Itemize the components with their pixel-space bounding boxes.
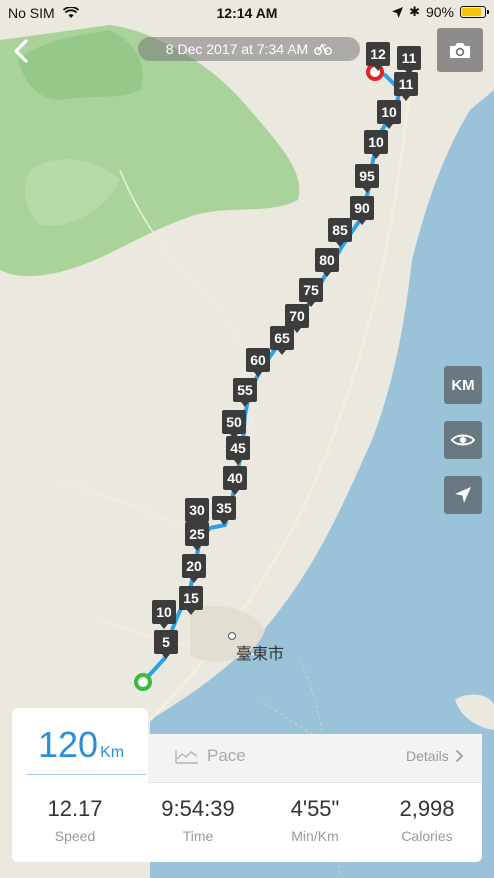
- start-marker: [134, 673, 152, 691]
- bluetooth-icon: ✱: [409, 4, 420, 19]
- city-label: 臺東市: [236, 646, 285, 663]
- km-marker: 11: [397, 46, 421, 75]
- wifi-icon: [62, 6, 79, 18]
- stat-pace: 4'55" Min/Km: [290, 796, 340, 844]
- pace-chart-icon: [175, 750, 198, 764]
- km-marker: 45: [226, 436, 250, 465]
- location-services-icon: [392, 6, 404, 18]
- km-marker: 12: [366, 42, 390, 71]
- km-marker: 80: [315, 248, 339, 277]
- chevron-left-icon: [14, 39, 28, 63]
- km-marker: 5: [154, 630, 178, 659]
- stat-speed: 12.17 Speed: [47, 796, 103, 844]
- km-marker: 75: [299, 278, 323, 307]
- km-marker: 10: [364, 130, 388, 159]
- camera-icon: [450, 42, 470, 58]
- km-marker: 70: [285, 304, 309, 333]
- km-marker: 55: [233, 378, 257, 407]
- battery-percent: 90%: [425, 4, 454, 20]
- status-right: ✱ 90%: [392, 4, 489, 20]
- status-bar: No SIM 12:14 AM ✱ 90%: [0, 0, 494, 26]
- eye-icon: [451, 434, 475, 446]
- bicycle-icon: [314, 43, 333, 55]
- km-marker: 65: [270, 326, 294, 355]
- details-link[interactable]: Details: [406, 748, 464, 764]
- km-marker: 15: [179, 586, 203, 615]
- back-button[interactable]: [8, 36, 36, 66]
- km-marker: 95: [355, 164, 379, 193]
- summary-card: 120 Km Pace Details 12.17 Speed 9:54:39 T…: [12, 708, 482, 862]
- activity-date: 8 Dec 2017 at 7:34 AM: [165, 41, 309, 57]
- km-marker: 40: [223, 466, 247, 495]
- stat-time: 9:54:39 Time: [161, 796, 235, 844]
- km-marker: 35: [212, 496, 236, 525]
- km-marker: 85: [328, 218, 352, 247]
- view-toggle-button[interactable]: [444, 421, 482, 459]
- km-marker: 30: [185, 498, 209, 527]
- km-marker: 10: [377, 100, 401, 129]
- location-arrow-icon: [455, 487, 471, 503]
- carrier-label: No SIM: [8, 5, 79, 21]
- km-marker: 11: [394, 72, 418, 101]
- stat-calories: 2,998 Calories: [399, 796, 455, 844]
- km-marker: 90: [350, 196, 374, 225]
- activity-date-pill: 8 Dec 2017 at 7:34 AM: [138, 37, 360, 61]
- chevron-right-icon: [455, 749, 463, 763]
- units-toggle-button[interactable]: KM: [444, 366, 482, 404]
- km-marker: 10: [152, 600, 176, 629]
- camera-button[interactable]: [437, 28, 483, 72]
- battery-icon: [460, 6, 489, 18]
- km-marker: 20: [182, 554, 206, 583]
- km-marker: 60: [246, 348, 270, 377]
- tab-pace[interactable]: Pace: [175, 746, 246, 766]
- locate-button[interactable]: [444, 476, 482, 514]
- distance-value: 120 Km: [38, 724, 125, 765]
- km-marker: 50: [222, 410, 246, 439]
